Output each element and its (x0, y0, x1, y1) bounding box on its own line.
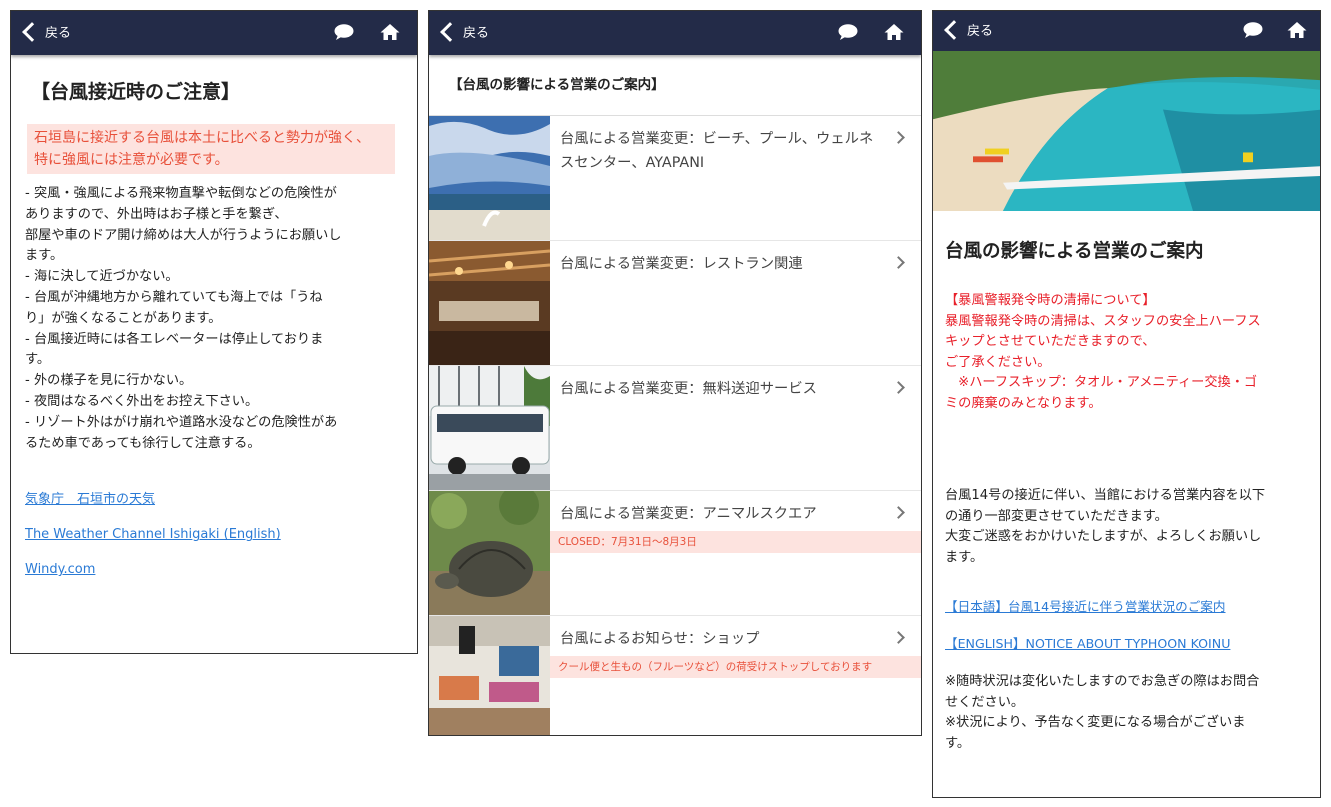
jma-weather-link[interactable]: 気象庁 石垣市の天気 (25, 488, 417, 507)
body-line: す。 (25, 352, 51, 368)
list-item-title: 台風によるお知らせ：ショップ (560, 631, 760, 647)
chat-icon[interactable] (334, 24, 354, 40)
beach-thumbnail (429, 116, 550, 240)
note-line: ※状況により、予告なく変更になる場合がございま (945, 715, 1246, 730)
body-text: 台風14号の接近に伴い、当館における営業内容を以下 の通り一部変更させていただき… (945, 486, 1306, 568)
note-line: す。 (945, 735, 971, 751)
body-line: - 外の様子を見に行かない。 (25, 373, 193, 389)
back-button[interactable]: 戻る (944, 20, 994, 40)
windy-link[interactable]: Windy.com (25, 562, 417, 577)
alert-line: 石垣島に接近する台風は本土に比べると勢力が強く、 (34, 130, 370, 146)
top-bar: 戻る (429, 11, 921, 55)
status-note: クール便と生もの（フルーツなど）の荷受けストップしております (550, 656, 921, 678)
body-line: 大変ご迷惑をおかけいたしますが、よろしくお願いし (945, 529, 1262, 544)
list-item-title: 台風による営業変更：ビーチ、プール、ウェルネスセンター、AYAPANI (560, 131, 874, 171)
note-line: せください。 (945, 694, 1025, 710)
restaurant-thumbnail (429, 241, 550, 365)
chevron-right-icon (892, 631, 905, 644)
body-line: - 台風接近時には各エレベーターは停止しておりま (25, 331, 324, 347)
back-label: 戻る (463, 26, 490, 41)
status-note: CLOSED：7月31日〜8月3日 (550, 531, 921, 553)
page-title: 台風の影響による営業のご案内 (945, 241, 1204, 262)
alert-line: 特に強風には注意が必要です。 (34, 152, 229, 168)
home-icon[interactable] (1287, 21, 1307, 39)
notice-line: 【暴風警報発令時の清掃について】 (945, 293, 1156, 308)
top-bar: 戻る (933, 11, 1320, 51)
footnotes: ※随時状況は変化いたしますのでお急ぎの際はお問合 せください。 ※状況により、予… (945, 672, 1306, 754)
chevron-left-icon (944, 20, 964, 40)
chevron-right-icon (892, 381, 905, 394)
shop-thumbnail (429, 616, 550, 735)
list-item-shop[interactable]: 台風によるお知らせ：ショップ クール便と生もの（フルーツなど）の荷受けストップし… (429, 616, 921, 735)
chevron-left-icon (22, 22, 42, 42)
typhoon-caution-screen: 戻る 【台風接近時のご注意】 石垣島に接近する台風は本土に比べると勢力が強く、 … (10, 10, 418, 654)
notice-line: ミの廃棄のみとなります。 (945, 395, 1102, 411)
notice-line: 暴風警報発令時の清掃は、スタッフの安全上ハーフス (945, 313, 1261, 329)
chevron-right-icon (892, 506, 905, 519)
back-button[interactable]: 戻る (22, 22, 72, 42)
list-item-restaurant[interactable]: 台風による営業変更：レストラン関連 (429, 241, 921, 366)
body-line: り」が強くなることがあります。 (25, 310, 222, 326)
weather-channel-link[interactable]: The Weather Channel Ishigaki (English) (25, 527, 417, 542)
weather-links: 気象庁 石垣市の天気 The Weather Channel Ishigaki … (25, 488, 417, 577)
list-item-shuttle[interactable]: 台風による営業変更：無料送迎サービス (429, 366, 921, 491)
tortoise-thumbnail (429, 491, 550, 615)
body-line: ます。 (945, 549, 984, 565)
body-line: るため車であっても徐行して注意する。 (25, 435, 261, 451)
chat-icon[interactable] (1243, 22, 1263, 38)
english-status-link[interactable]: 【ENGLISH】NOTICE ABOUT TYPHOON KOINU (945, 633, 1320, 652)
list-header: 【台風の影響による営業のご案内】 (429, 55, 921, 116)
back-label: 戻る (45, 26, 72, 41)
note-line: ※随時状況は変化いたしますのでお急ぎの際はお問合 (945, 674, 1260, 689)
body-line: - 突風・強風による飛来物直撃や転倒などの危険性が (25, 186, 337, 201)
body-line: - 夜間はなるべく外出をお控え下さい。 (25, 393, 259, 409)
beach-hero-image (933, 51, 1320, 211)
home-icon[interactable] (380, 23, 400, 41)
shuttle-bus-thumbnail (429, 366, 550, 490)
caution-list: - 突風・強風による飛来物直撃や転倒などの危険性が ありますので、外出時はお子様… (25, 184, 397, 454)
alert-box: 石垣島に接近する台風は本土に比べると勢力が強く、 特に強風には注意が必要です。 (27, 124, 395, 174)
notice-line: キップとさせていただきますので、 (945, 334, 1156, 349)
notice-line: ご了承ください。 (945, 354, 1051, 370)
list-item-title: 台風による営業変更：アニマルスクエア (560, 506, 817, 522)
body-line: 部屋や車のドア開け締めは大人が行うようにお願いし (25, 227, 342, 243)
back-button[interactable]: 戻る (440, 22, 490, 42)
back-label: 戻る (967, 24, 994, 39)
notice-line: ※ハーフスキップ：タオル・アメニティー交換・ゴ (945, 375, 1258, 390)
page-title: 【台風接近時のご注意】 (31, 81, 241, 103)
chevron-right-icon (892, 131, 905, 144)
list-item-animal-square[interactable]: 台風による営業変更：アニマルスクエア CLOSED：7月31日〜8月3日 (429, 491, 921, 616)
body-line: - 台風が沖縄地方から離れていても海上では「うね (25, 289, 323, 305)
list-item-title: 台風による営業変更：無料送迎サービス (560, 381, 817, 397)
list-item-beach-pool[interactable]: 台風による営業変更：ビーチ、プール、ウェルネスセンター、AYAPANI (429, 116, 921, 241)
top-bar: 戻る (11, 11, 417, 55)
list-item-title: 台風による営業変更：レストラン関連 (560, 256, 803, 272)
chevron-left-icon (440, 22, 460, 42)
body-line: ます。 (25, 248, 64, 264)
chat-icon[interactable] (838, 24, 858, 40)
body-line: 台風14号の接近に伴い、当館における営業内容を以下 (945, 488, 1266, 503)
body-line: ありますので、外出時はお子様と手を繋ぎ、 (25, 206, 288, 222)
typhoon-operations-list-screen: 戻る 【台風の影響による営業のご案内】 台風による営業変更：ビーチ、プール、ウェ… (428, 10, 922, 736)
body-line: の通り一部変更させていただきます。 (945, 508, 1168, 524)
cleaning-notice: 【暴風警報発令時の清掃について】 暴風警報発令時の清掃は、スタッフの安全上ハーフ… (945, 291, 1306, 414)
home-icon[interactable] (884, 23, 904, 41)
chevron-right-icon (892, 256, 905, 269)
typhoon-operations-detail-screen: 戻る 台風の影響による営業のご案内 【暴風警報発令時の清掃について】 暴風警報発… (932, 10, 1321, 798)
japanese-status-link[interactable]: 【日本語】台風14号接近に伴う営業状況のご案内 (945, 596, 1320, 615)
status-links: 【日本語】台風14号接近に伴う営業状況のご案内 【ENGLISH】NOTICE … (945, 596, 1320, 652)
body-line: - 海に決して近づかない。 (25, 269, 179, 285)
body-line: - リゾート外はがけ崩れや道路水没などの危険性があ (25, 414, 338, 430)
